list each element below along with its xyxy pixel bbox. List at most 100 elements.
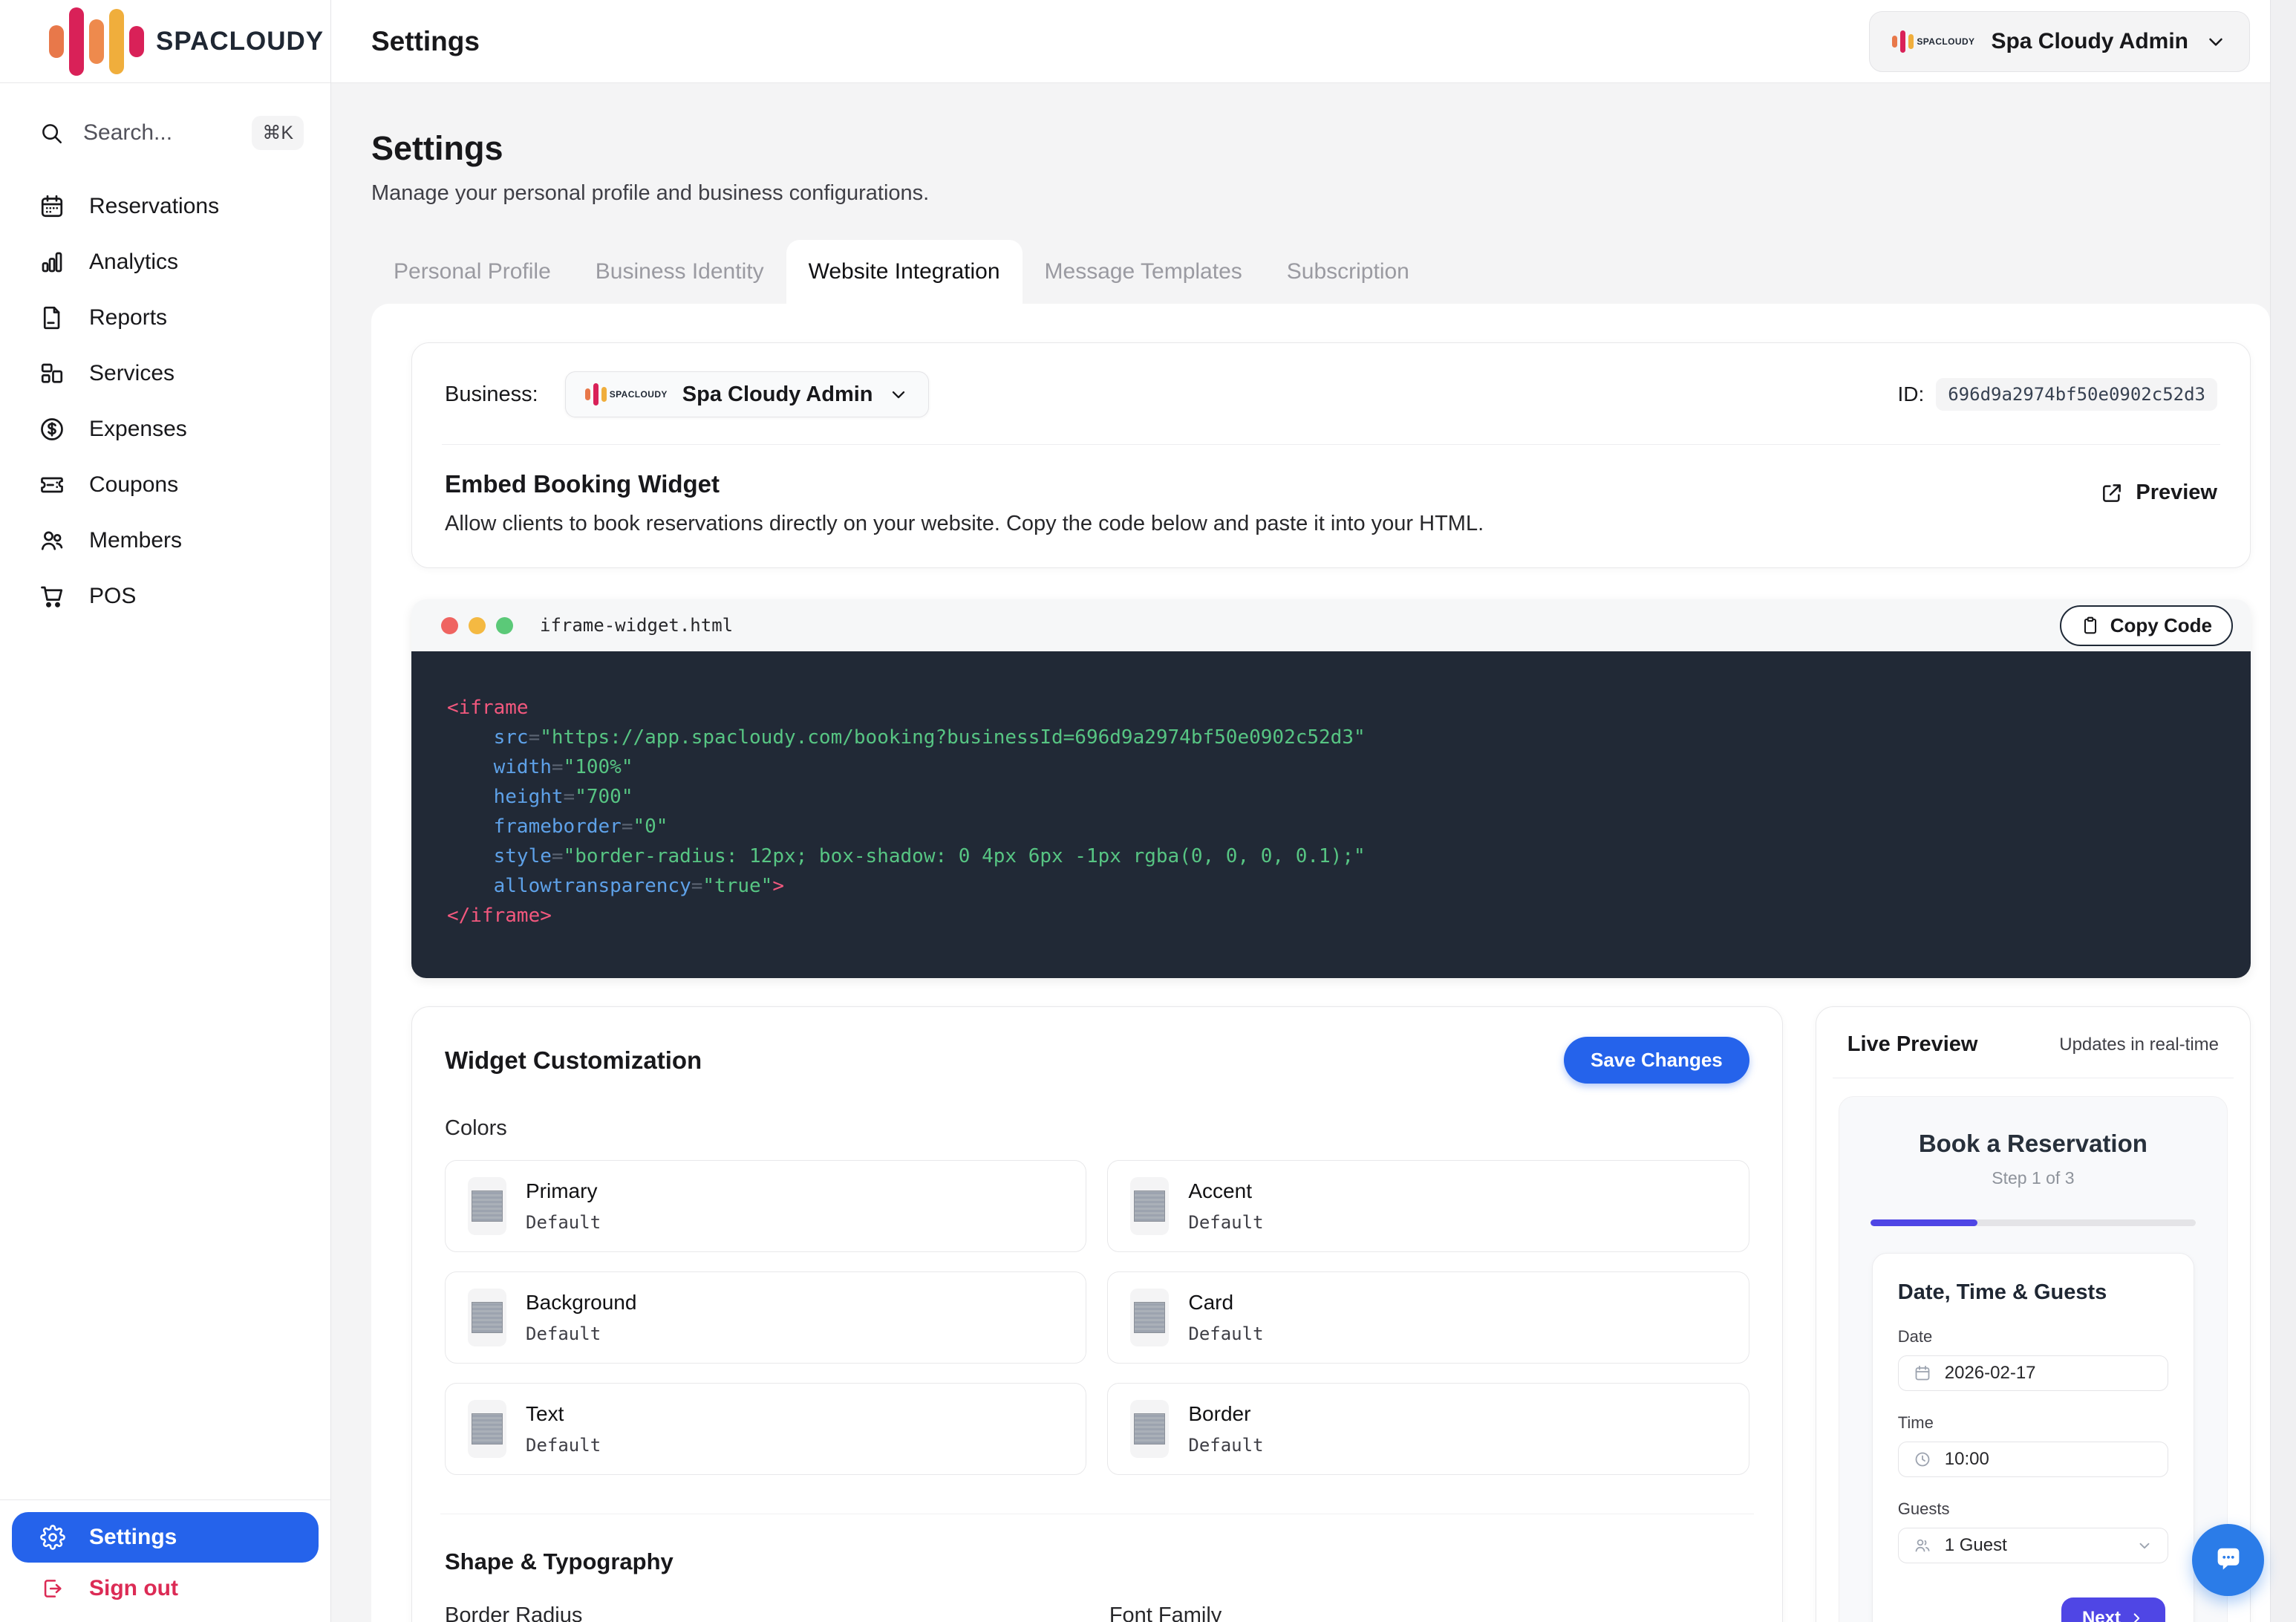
code-block: <iframe src="https://app.spacloudy.com/b… [411, 651, 2251, 978]
guests-label: Guests [1897, 1499, 1950, 1518]
color-swatch[interactable] [1130, 1177, 1170, 1235]
scrollbar-gutter[interactable] [2270, 0, 2296, 1622]
calendar-icon [41, 195, 63, 217]
search-shortcut-badge: ⌘K [252, 116, 304, 150]
color-swatch[interactable] [468, 1177, 506, 1235]
color-card-accent[interactable]: Accent Default [1107, 1160, 1749, 1252]
chevron-down-icon [2209, 38, 2222, 46]
sidebar-item-expenses[interactable]: Expenses [0, 401, 330, 457]
color-card-primary[interactable]: Primary Default [445, 1160, 1087, 1252]
sidebar-item-services[interactable]: Services [0, 345, 330, 401]
app-root: SPACLOUDY Search... ⌘K Reservations Anal… [0, 0, 2296, 1622]
calendar-icon [1915, 1365, 1930, 1381]
account-switcher-button[interactable]: SPACLOUDY Spa Cloudy Admin [1869, 10, 2250, 72]
sidebar: SPACLOUDY Search... ⌘K Reservations Anal… [0, 0, 331, 1622]
chat-launcher-button[interactable] [2192, 1524, 2264, 1596]
sidebar-nav: Reservations Analytics Reports Services … [0, 174, 330, 628]
sidebar-item-reservations[interactable]: Reservations [0, 178, 330, 234]
color-swatch[interactable] [468, 1289, 506, 1346]
live-preview-hint: Updates in real-time [2059, 1034, 2219, 1055]
ticket-icon [41, 477, 63, 492]
next-button[interactable]: Next [2061, 1597, 2165, 1622]
sidebar-item-settings[interactable]: Settings [12, 1512, 319, 1563]
code-titlebar: iframe-widget.html Copy Code [411, 599, 2251, 651]
sidebar-item-label: Expenses [89, 416, 187, 441]
border-radius-group: Border Radius None Small Medium Large Pi… [445, 1603, 1010, 1622]
embed-section-description: Allow clients to book reservations direc… [445, 512, 1484, 535]
guests-select[interactable]: 1 Guest [1897, 1528, 2168, 1563]
sidebar-item-label: Coupons [89, 472, 179, 497]
save-changes-button[interactable]: Save Changes [1564, 1037, 1749, 1084]
sign-out-button[interactable]: Sign out [12, 1563, 319, 1615]
booking-widget-preview: Book a Reservation Step 1 of 3 Date, Tim… [1838, 1096, 2228, 1622]
page-subtitle: Manage your personal profile and busines… [371, 181, 930, 205]
widget-customization-card: Widget Customization Save Changes Colors… [411, 1006, 1783, 1622]
users-icon [1915, 1539, 1930, 1552]
clipboard-icon [2084, 616, 2096, 634]
search-input[interactable]: Search... ⌘K [30, 105, 313, 160]
color-swatch[interactable] [1130, 1289, 1170, 1346]
search-placeholder: Search... [83, 120, 173, 145]
booking-step-indicator: Step 1 of 3 [1992, 1168, 2075, 1188]
tab-message-templates[interactable]: Message Templates [1023, 240, 1265, 304]
sidebar-item-label: Members [89, 527, 183, 553]
sidebar-header: SPACLOUDY [0, 0, 330, 83]
brand-name: SPACLOUDY [156, 26, 324, 56]
tab-business-identity[interactable]: Business Identity [573, 240, 786, 304]
chevron-down-icon [892, 391, 904, 399]
preview-button[interactable]: Preview [2100, 481, 2217, 505]
business-card: Business: SPACLOUDY Spa Cloudy Admin ID:… [411, 342, 2251, 568]
sidebar-footer: Settings Sign out [0, 1499, 330, 1622]
sidebar-item-label: POS [89, 583, 137, 608]
tab-website-integration[interactable]: Website Integration [786, 240, 1023, 304]
business-id-label: ID: [1897, 382, 1925, 406]
copy-code-label: Copy Code [2110, 613, 2212, 636]
next-label: Next [2081, 1608, 2121, 1622]
widget-customization-title: Widget Customization [445, 1046, 702, 1074]
top-header: Settings SPACLOUDY Spa Cloudy Admin [331, 0, 2296, 83]
sidebar-item-pos[interactable]: POS [0, 568, 330, 624]
chat-bubble-icon [2217, 1548, 2239, 1569]
booking-section-title: Date, Time & Guests [1897, 1280, 2107, 1304]
sidebar-item-label: Reports [89, 304, 168, 330]
time-value: 10:00 [1944, 1449, 1989, 1469]
external-link-icon [2103, 483, 2121, 502]
date-label: Date [1897, 1327, 1933, 1346]
color-swatch[interactable] [1130, 1400, 1170, 1458]
brand-logo: SPACLOUDY [49, 7, 324, 76]
sidebar-item-coupons[interactable]: Coupons [0, 457, 330, 512]
time-input[interactable]: 10:00 [1897, 1442, 2168, 1477]
preview-label: Preview [2136, 481, 2217, 504]
color-card-text[interactable]: Text Default [445, 1383, 1087, 1475]
date-input[interactable]: 2026-02-17 [1897, 1355, 2168, 1391]
sidebar-item-reports[interactable]: Reports [0, 290, 330, 345]
dollar-circle-icon [41, 417, 63, 440]
header-title: Settings [371, 25, 480, 56]
divider [442, 444, 2220, 445]
sidebar-item-members[interactable]: Members [0, 512, 330, 568]
font-family-label: Font Family [1109, 1603, 1222, 1622]
account-logo-icon: SPACLOUDY [1892, 30, 1974, 53]
color-card-border[interactable]: Border Default [1107, 1383, 1749, 1475]
sign-out-label: Sign out [89, 1576, 178, 1600]
sidebar-item-label: Analytics [89, 249, 179, 274]
live-preview-card: Live Preview Updates in real-time Book a… [1815, 1006, 2251, 1622]
business-select[interactable]: SPACLOUDY Spa Cloudy Admin [564, 371, 929, 417]
embed-code-card: iframe-widget.html Copy Code <iframe src… [411, 599, 2251, 978]
color-card-background[interactable]: Background Default [445, 1271, 1087, 1364]
color-card-card[interactable]: Card Default [1107, 1271, 1749, 1364]
copy-code-button[interactable]: Copy Code [2059, 605, 2233, 646]
chevron-right-icon [2133, 1613, 2140, 1622]
settings-tabs: Personal Profile Business Identity Websi… [371, 235, 2296, 304]
guests-value: 1 Guest [1944, 1535, 2007, 1555]
tab-subscription[interactable]: Subscription [1265, 240, 1432, 304]
logo-bars-icon [49, 7, 144, 76]
live-preview-title: Live Preview [1847, 1032, 1978, 1056]
tab-personal-profile[interactable]: Personal Profile [371, 240, 573, 304]
account-name: Spa Cloudy Admin [1991, 28, 2188, 53]
shape-typography-title: Shape & Typography [445, 1548, 674, 1574]
search-icon [42, 124, 62, 144]
code-filename: iframe-widget.html [540, 615, 734, 636]
color-swatch[interactable] [468, 1400, 506, 1458]
sidebar-item-analytics[interactable]: Analytics [0, 234, 330, 290]
